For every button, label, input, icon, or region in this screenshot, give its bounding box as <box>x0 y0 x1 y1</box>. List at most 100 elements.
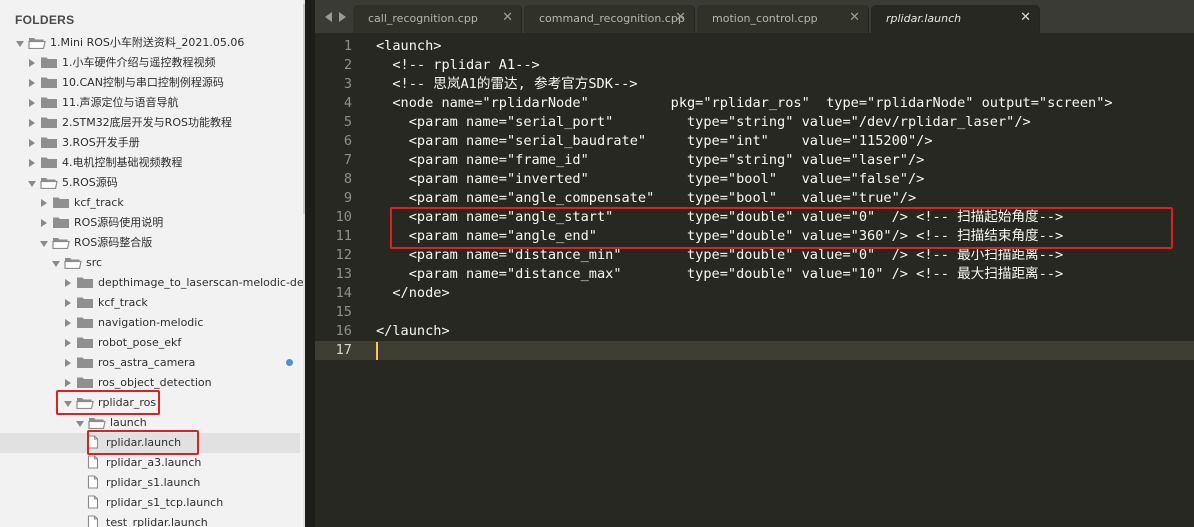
tree-item-label: 11.声源定位与语音导航 <box>62 96 179 109</box>
tree-folder-item[interactable]: 4.电机控制基础视频教程 <box>0 153 300 173</box>
disclosure-closed-icon[interactable] <box>29 139 35 147</box>
tree-folder-item[interactable]: kcf_track <box>0 193 300 213</box>
disclosure-closed-icon[interactable] <box>65 379 71 387</box>
tree-file-item[interactable]: rplidar_s1_tcp.launch <box>0 493 300 513</box>
tree-folder-item[interactable]: 3.ROS开发手册 <box>0 133 300 153</box>
tree-folder-item[interactable]: launch <box>0 413 300 433</box>
sidebar-splitter[interactable] <box>305 0 315 527</box>
code-line[interactable]: 9 <param name="angle_compensate" type="b… <box>315 189 1194 208</box>
tree-item-label: rplidar.launch <box>106 436 182 449</box>
code-line[interactable]: 14 </node> <box>315 284 1194 303</box>
tree-folder-item[interactable]: ros_object_detection <box>0 373 300 393</box>
folder-icon <box>76 296 94 312</box>
tree-item-label: 1.小车硬件介绍与遥控教程视频 <box>62 56 216 69</box>
tab-scroll-right-icon[interactable] <box>339 12 346 22</box>
tab-close-icon[interactable]: ✕ <box>1020 10 1031 25</box>
folder-icon <box>40 76 58 92</box>
code-line[interactable]: 10 <param name="angle_start" type="doubl… <box>315 208 1194 227</box>
disclosure-closed-icon[interactable] <box>65 319 71 327</box>
tree-file-item[interactable]: rplidar_a3.launch <box>0 453 300 473</box>
tree-file-item[interactable]: rplidar.launch <box>0 433 300 453</box>
folder-open-icon <box>88 416 106 432</box>
disclosure-closed-icon[interactable] <box>29 79 35 87</box>
tab-scroll-left-icon[interactable] <box>325 12 332 22</box>
code-line[interactable]: 5 <param name="serial_port" type="string… <box>315 113 1194 132</box>
disclosure-open-icon[interactable] <box>76 421 84 427</box>
code-line[interactable]: 6 <param name="serial_baudrate" type="in… <box>315 132 1194 151</box>
disclosure-closed-icon[interactable] <box>41 219 47 227</box>
tree-file-item[interactable]: test_rplidar.launch <box>0 513 300 527</box>
line-number: 11 <box>335 228 352 244</box>
tree-item-label: navigation-melodic <box>98 316 204 329</box>
folder-open-icon <box>40 176 58 192</box>
line-number: 3 <box>343 76 352 92</box>
code-line[interactable]: 1 <launch> <box>315 37 1194 56</box>
disclosure-closed-icon[interactable] <box>65 279 71 287</box>
tree-folder-item[interactable]: ROS源码使用说明 <box>0 213 300 233</box>
code-line[interactable]: 12 <param name="distance_min" type="doub… <box>315 246 1194 265</box>
tree-item-label: ros_object_detection <box>98 376 212 389</box>
tree-folder-item[interactable]: ROS源码整合版 <box>0 233 300 253</box>
tab-rplidar-launch[interactable]: rplidar.launch ✕ <box>871 5 1040 33</box>
tree-folder-item[interactable]: ros_astra_camera <box>0 353 300 373</box>
tree-folder-item[interactable]: 10.CAN控制与串口控制例程源码 <box>0 73 300 93</box>
tab-command-recognition-cpp[interactable]: command_recognition.cpp ✕ <box>524 5 695 33</box>
tree-file-item[interactable]: rplidar_s1.launch <box>0 473 300 493</box>
folder-icon <box>40 116 58 132</box>
tab-motion-control-cpp[interactable]: motion_control.cpp ✕ <box>697 5 869 33</box>
line-number: 16 <box>335 323 352 339</box>
code-line[interactable]: 17 <box>315 341 1194 360</box>
disclosure-open-icon[interactable] <box>40 241 48 247</box>
tree-folder-item[interactable]: kcf_track <box>0 293 300 313</box>
disclosure-closed-icon[interactable] <box>65 359 71 367</box>
code-area[interactable]: 1 <launch> 2 <!-- rplidar A1--> 3 <!-- 思岚A1… <box>315 37 1194 527</box>
tab-close-icon[interactable]: ✕ <box>502 10 513 25</box>
file-icon <box>87 475 99 492</box>
disclosure-open-icon[interactable] <box>16 41 24 47</box>
disclosure-closed-icon[interactable] <box>41 199 47 207</box>
code-text: </launch> <box>376 323 450 339</box>
tab-close-icon[interactable]: ✕ <box>849 10 860 25</box>
tree-item-label: launch <box>110 416 147 429</box>
tree-folder-item[interactable]: rplidar_ros <box>0 393 300 413</box>
folder-icon <box>40 56 58 72</box>
code-line[interactable]: 2 <!-- rplidar A1--> <box>315 56 1194 75</box>
tab-close-icon[interactable]: ✕ <box>675 10 686 25</box>
tree-item-label: ros_astra_camera <box>98 356 196 369</box>
tree-folder-item[interactable]: src <box>0 253 300 273</box>
tree-item-label: 4.电机控制基础视频教程 <box>62 156 183 169</box>
disclosure-closed-icon[interactable] <box>29 99 35 107</box>
disclosure-closed-icon[interactable] <box>65 299 71 307</box>
disclosure-open-icon[interactable] <box>64 401 72 407</box>
code-line[interactable]: 3 <!-- 思岚A1的雷达, 参考官方SDK--> <box>315 75 1194 94</box>
tree-item-label: src <box>86 256 103 269</box>
disclosure-closed-icon[interactable] <box>65 339 71 347</box>
tree-folder-item[interactable]: 2.STM32底层开发与ROS功能教程 <box>0 113 300 133</box>
disclosure-open-icon[interactable] <box>28 181 36 187</box>
disclosure-closed-icon[interactable] <box>29 119 35 127</box>
tab-label: rplidar.launch <box>886 12 962 25</box>
tab-call-recognition-cpp[interactable]: call_recognition.cpp ✕ <box>353 5 522 33</box>
line-number: 14 <box>335 285 352 301</box>
tree-folder-item[interactable]: 11.声源定位与语音导航 <box>0 93 300 113</box>
folder-open-icon <box>64 256 82 272</box>
code-line[interactable]: 16 </launch> <box>315 322 1194 341</box>
code-line[interactable]: 13 <param name="distance_max" type="doub… <box>315 265 1194 284</box>
disclosure-closed-icon[interactable] <box>29 59 35 67</box>
sidebar: FOLDERS 1.Mini ROS小车附送资料_2021.05.06 1.小车硬… <box>0 0 305 527</box>
code-line[interactable]: 15 <box>315 303 1194 322</box>
tree-folder-item[interactable]: 1.小车硬件介绍与遥控教程视频 <box>0 53 300 73</box>
tree-folder-item[interactable]: 5.ROS源码 <box>0 173 300 193</box>
tree-folder-item[interactable]: depthimage_to_laserscan-melodic-devel <box>0 273 305 293</box>
code-line[interactable]: 4 <node name="rplidarNode" pkg="rplidar_… <box>315 94 1194 113</box>
disclosure-open-icon[interactable] <box>52 261 60 267</box>
tree-folder-item[interactable]: navigation-melodic <box>0 313 300 333</box>
code-line[interactable]: 11 <param name="angle_end" type="double"… <box>315 227 1194 246</box>
tree-folder-item[interactable]: robot_pose_ekf <box>0 333 300 353</box>
disclosure-closed-icon[interactable] <box>29 159 35 167</box>
file-icon <box>87 515 99 527</box>
tree-folder-item[interactable]: 1.Mini ROS小车附送资料_2021.05.06 <box>0 33 300 53</box>
code-line[interactable]: 7 <param name="frame_id" type="string" v… <box>315 151 1194 170</box>
code-line[interactable]: 8 <param name="inverted" type="bool" val… <box>315 170 1194 189</box>
editor-pane: call_recognition.cpp ✕ command_recognition… <box>315 0 1194 527</box>
